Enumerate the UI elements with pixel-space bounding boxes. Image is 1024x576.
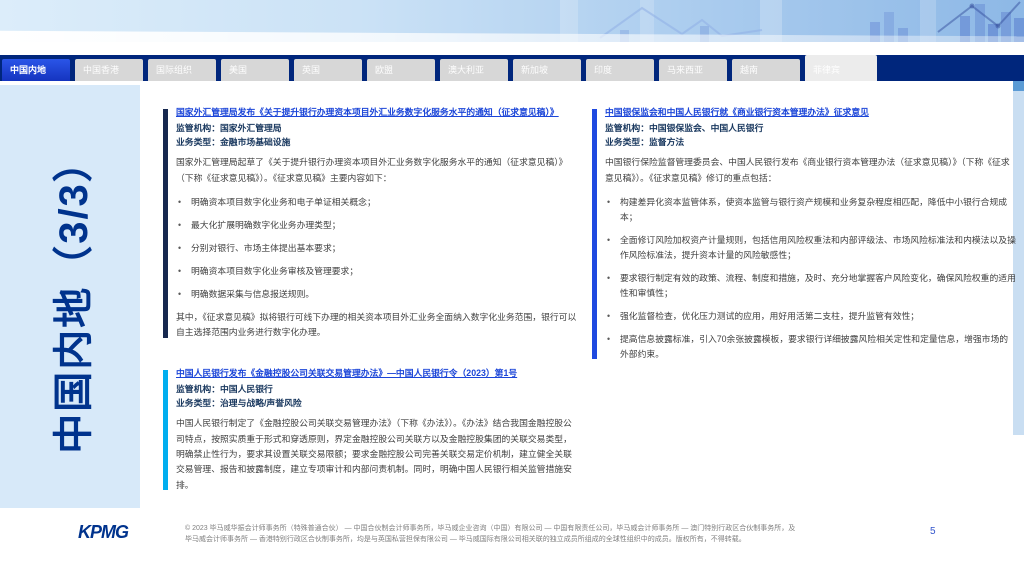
article-intro: 中国银行保险监督管理委员会、中国人民银行发布《商业银行资本管理办法（征求意见稿）… — [605, 157, 1010, 183]
tab-international-orgs[interactable]: 国际组织 — [148, 59, 216, 81]
tab-malaysia[interactable]: 马来西亚 — [659, 59, 727, 81]
article-accent-bar — [163, 109, 168, 338]
article-title-link[interactable]: 国家外汇管理局发布《关于提升银行办理资本项目外汇业务数字化服务水平的通知（征求意… — [176, 106, 580, 119]
tab-singapore[interactable]: 新加坡 — [513, 59, 581, 81]
tab-us[interactable]: 美国 — [221, 59, 289, 81]
bullet-dot-icon: • — [607, 273, 611, 284]
copyright-text: © 2023 毕马威华振会计师事务所（特殊普通合伙） — 中国合伙制会计师事务所… — [185, 524, 885, 545]
bullet-dot-icon: • — [178, 289, 182, 300]
tab-china-mainland[interactable]: 中国内地 — [2, 59, 70, 81]
bullet-dot-icon: • — [607, 310, 611, 321]
bullet-item: • 明确资本项目数字化业务和电子单证相关概念； — [176, 195, 580, 210]
bullet-dot-icon: • — [607, 235, 611, 246]
tab-india[interactable]: 印度 — [586, 59, 654, 81]
region-tab-bar: 中国内地 中国香港 国际组织 美国 英国 欧盟 澳大利亚 新加坡 印度 马来西亚… — [0, 55, 1024, 81]
business-type-field: 业务类型：金融市场基础设施 — [176, 136, 291, 147]
bullet-item: • 要求银行制定有效的政策、流程、制度和措施，及时、充分地掌握客户风险变化，确保风… — [607, 273, 1016, 298]
article-pboc-order: 中国人民银行发布《金融控股公司关联交易管理办法》—中国人民银行令（2023）第1… — [163, 367, 580, 493]
left-column: 国家外汇管理局发布《关于提升银行办理资本项目外汇业务数字化服务水平的通知（征求意… — [163, 106, 580, 500]
regulator-field: 监管机构：中国人民银行 — [176, 383, 273, 394]
bullet-dot-icon: • — [178, 243, 182, 254]
article-safe-notice: 国家外汇管理局发布《关于提升银行办理资本项目外汇业务数字化服务水平的通知（征求意… — [163, 106, 580, 341]
copyright-line-2: 毕马威会计师事务所 — 香港特别行政区合伙制事务所，均是与英国私营担保有限公司 … — [185, 535, 746, 543]
right-edge-chip — [1013, 81, 1024, 91]
article-capital-rules: 中国银保监会和中国人民银行就《商业银行资本管理办法》征求意见 监管机构：中国银保… — [592, 106, 1016, 362]
bullet-item: • 明确数据采集与信息报送规则。 — [176, 287, 580, 302]
slide: 中国内地 中国香港 国际组织 美国 英国 欧盟 澳大利亚 新加坡 印度 马来西亚… — [0, 0, 1024, 576]
bullet-item: • 全面修订风险加权资产计量规则，包括信用风险权重法和内部评级法、市场风险标准法和… — [607, 235, 1016, 261]
article-accent-bar — [592, 109, 597, 359]
regulator-field: 监管机构：中国银保监会、中国人民银行 — [605, 123, 764, 134]
article-title-link[interactable]: 中国人民银行发布《金融控股公司关联交易管理办法》—中国人民银行令（2023）第1… — [176, 367, 580, 380]
article-title-link[interactable]: 中国银保监会和中国人民银行就《商业银行资本管理办法》征求意见 — [605, 106, 1016, 119]
bullet-item: • 最大化扩展明确数字化业务办理类型； — [176, 218, 580, 233]
sidebar: 中国内地（3/3） — [0, 85, 140, 508]
copyright-line-1: © 2023 毕马威华振会计师事务所（特殊普通合伙） — 中国合伙制会计师事务所… — [185, 525, 796, 532]
page-number: 5 — [930, 526, 936, 537]
bullet-dot-icon: • — [607, 333, 611, 344]
bullet-dot-icon: • — [607, 197, 611, 208]
tab-vietnam[interactable]: 越南 — [732, 59, 800, 81]
tab-uk[interactable]: 英国 — [294, 59, 362, 81]
bullet-item: • 提高信息披露标准，引入70余张披露模板，要求银行详细披露风险相关定性和定量信息… — [607, 333, 1009, 359]
bullet-item: • 强化监督检查，优化压力测试的应用，用好用活第二支柱，提升监管有效性； — [605, 309, 1016, 324]
regulator-field: 监管机构：国家外汇管理局 — [176, 123, 282, 134]
kpmg-logo: KPMG — [78, 522, 129, 542]
header-banner — [0, 0, 1024, 42]
bullet-item: • 明确资本项目数字化业务审核及管理要求； — [176, 264, 580, 279]
tab-hong-kong[interactable]: 中国香港 — [75, 59, 143, 81]
tab-australia[interactable]: 澳大利亚 — [440, 59, 508, 81]
right-column: 中国银保监会和中国人民银行就《商业银行资本管理办法》征求意见 监管机构：中国银保… — [592, 106, 1016, 370]
bullet-dot-icon: • — [178, 197, 182, 208]
page-title: 中国内地（3/3） — [52, 139, 97, 454]
business-type-field: 业务类型：监督方法 — [605, 136, 685, 147]
article-intro: 国家外汇管理局起草了《关于提升银行办理资本项目外汇业务数字化服务水平的通知（征求… — [176, 157, 568, 183]
bullet-item: • 构建差异化资本监管体系，使资本监管与银行资产规模和业务复杂程度相匹配，降低中小… — [607, 197, 1008, 223]
tab-eu[interactable]: 欧盟 — [367, 59, 435, 81]
bullet-item: • 分别对银行、市场主体提出基本要求； — [176, 241, 580, 256]
article-accent-bar — [163, 369, 168, 491]
article-outro: 其中，《征求意见稿》拟将银行可线下办理的相关资本项目外汇业务全面纳入数字化业务范… — [176, 311, 577, 338]
bullet-dot-icon: • — [178, 266, 182, 277]
bullet-list: • 构建差异化资本监管体系，使资本监管与银行资产规模和业务复杂程度相匹配，降低中小… — [605, 195, 1016, 362]
article-body: 中国人民银行制定了《金融控股公司关联交易管理办法》（下称《办法》）。《办法》结合… — [176, 418, 572, 490]
tab-philippines[interactable]: 菲律宾 — [805, 55, 877, 81]
business-type-field: 业务类型：治理与战略/声誉风险 — [176, 397, 302, 408]
bullet-dot-icon: • — [178, 220, 182, 231]
bullet-list: • 明确资本项目数字化业务和电子单证相关概念； • 最大化扩展明确数字化业务办理类型… — [176, 195, 580, 302]
